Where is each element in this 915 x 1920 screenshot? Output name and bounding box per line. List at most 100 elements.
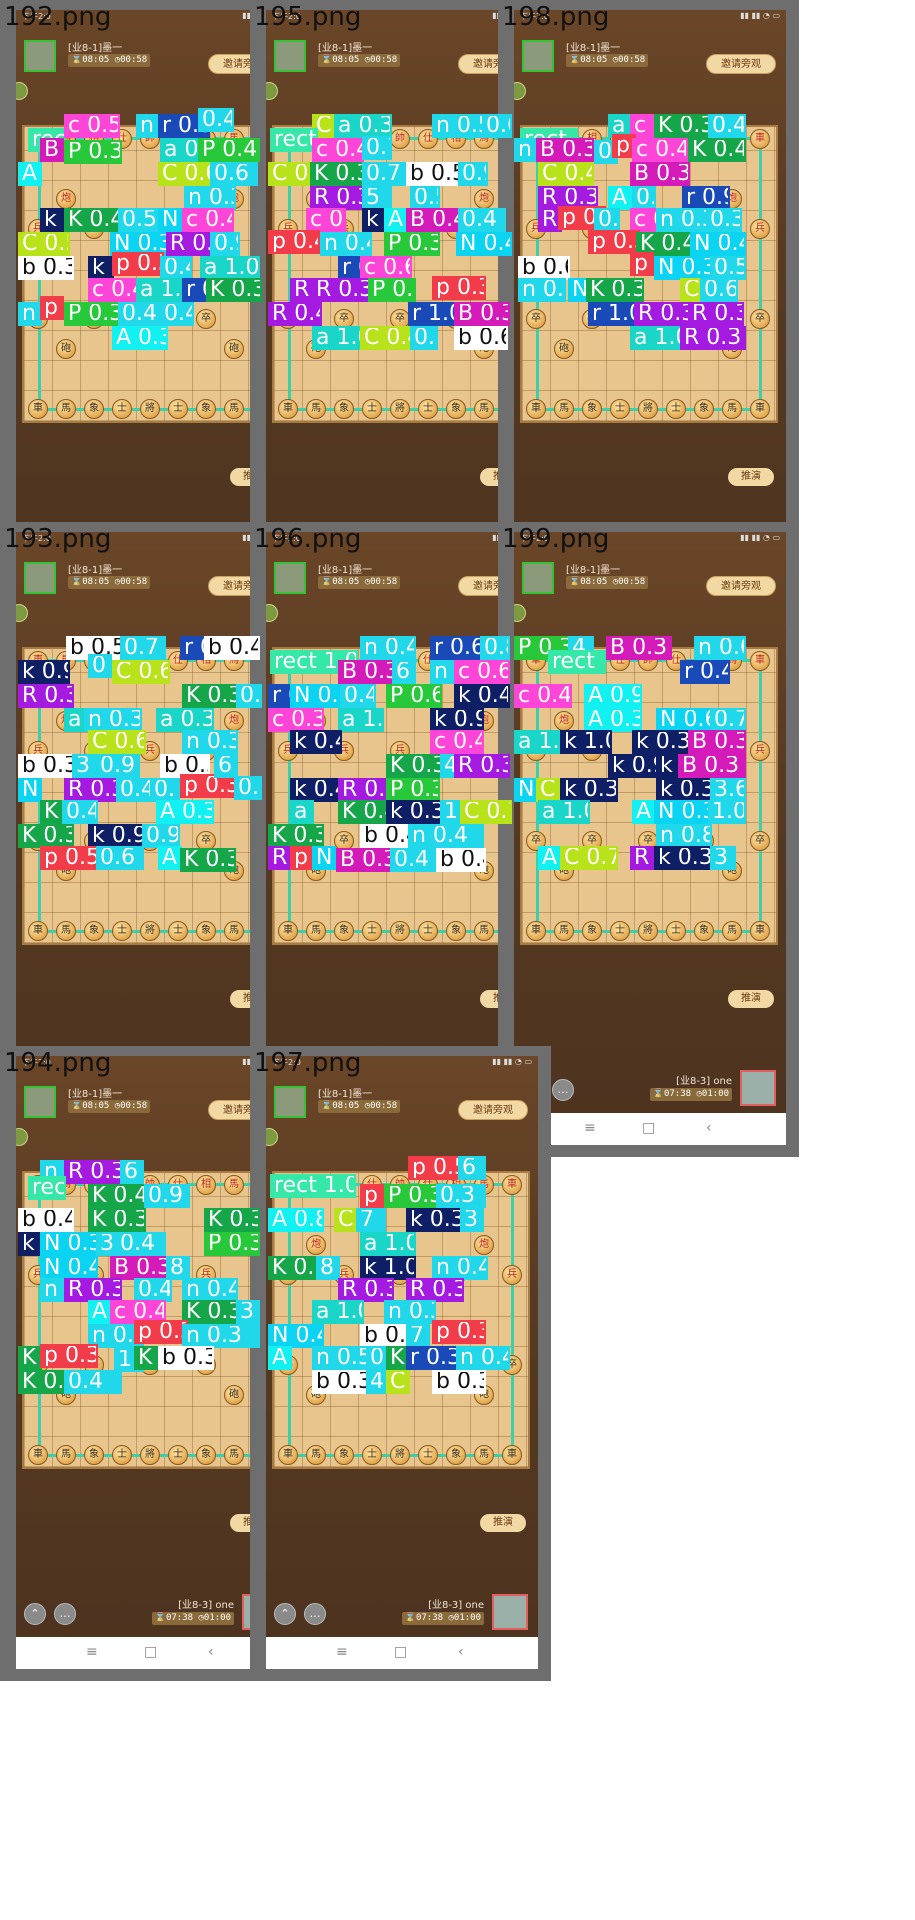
chess-piece[interactable]: 馬 xyxy=(722,399,742,419)
invite-spectate-button[interactable]: 邀请旁观 xyxy=(706,54,776,74)
side-badge-icon[interactable] xyxy=(514,604,526,622)
player-avatar[interactable] xyxy=(740,1070,776,1106)
chess-piece[interactable]: 象 xyxy=(196,921,216,941)
opponent-avatar[interactable] xyxy=(274,40,306,72)
chess-piece[interactable]: 象 xyxy=(694,399,714,419)
chess-piece[interactable]: 將 xyxy=(140,1445,160,1465)
chess-piece[interactable]: 象 xyxy=(446,1445,466,1465)
chess-piece[interactable]: 士 xyxy=(666,399,686,419)
chess-piece[interactable]: 馬 xyxy=(474,399,494,419)
chat-icon[interactable]: … xyxy=(304,1603,326,1625)
chess-piece[interactable]: 象 xyxy=(196,1445,216,1465)
opponent-avatar[interactable] xyxy=(274,562,306,594)
chess-piece[interactable]: 士 xyxy=(362,1445,382,1465)
chess-piece[interactable]: 象 xyxy=(582,399,602,419)
chess-piece[interactable]: 馬 xyxy=(554,921,574,941)
chess-piece[interactable]: 車 xyxy=(278,399,298,419)
chess-piece[interactable]: 車 xyxy=(750,921,770,941)
chess-piece[interactable]: 車 xyxy=(28,399,48,419)
chess-piece[interactable]: 兵 xyxy=(502,1265,522,1285)
chess-piece[interactable]: 士 xyxy=(112,399,132,419)
chess-piece[interactable]: 車 xyxy=(750,399,770,419)
side-badge-icon[interactable] xyxy=(266,82,278,100)
chess-piece[interactable]: 士 xyxy=(362,921,382,941)
chess-piece[interactable]: 車 xyxy=(526,399,546,419)
chess-piece[interactable]: 兵 xyxy=(750,741,770,761)
chess-piece[interactable]: 象 xyxy=(196,399,216,419)
chess-piece[interactable]: 將 xyxy=(390,1445,410,1465)
menu-icon[interactable]: ≡ xyxy=(584,1120,596,1136)
chess-piece[interactable]: 象 xyxy=(446,921,466,941)
opponent-avatar[interactable] xyxy=(274,1086,306,1118)
chess-piece[interactable]: 炮 xyxy=(224,711,244,731)
chess-piece[interactable]: 馬 xyxy=(56,399,76,419)
chess-piece[interactable]: 馬 xyxy=(722,921,742,941)
chess-piece[interactable]: 砲 xyxy=(554,339,574,359)
chess-piece[interactable]: 車 xyxy=(526,921,546,941)
chess-piece[interactable]: 帥 xyxy=(390,129,410,149)
chess-piece[interactable]: 車 xyxy=(750,129,770,149)
chess-piece[interactable]: 相 xyxy=(196,1175,216,1195)
chess-piece[interactable]: 砲 xyxy=(56,339,76,359)
analyze-button[interactable]: 推演 xyxy=(728,990,774,1008)
side-badge-icon[interactable] xyxy=(16,604,28,622)
chess-piece[interactable]: 車 xyxy=(278,1445,298,1465)
chess-piece[interactable]: 車 xyxy=(502,1175,522,1195)
chess-piece[interactable]: 卒 xyxy=(750,309,770,329)
chess-piece[interactable]: 象 xyxy=(334,921,354,941)
side-badge-icon[interactable] xyxy=(514,82,526,100)
opponent-avatar[interactable] xyxy=(522,40,554,72)
chess-piece[interactable]: 士 xyxy=(168,921,188,941)
chess-piece[interactable]: 馬 xyxy=(554,399,574,419)
chess-piece[interactable]: 車 xyxy=(28,1445,48,1465)
chess-piece[interactable]: 馬 xyxy=(474,1445,494,1465)
home-icon[interactable]: □ xyxy=(144,1644,157,1660)
menu-icon[interactable]: ≡ xyxy=(336,1644,348,1660)
chess-piece[interactable]: 炮 xyxy=(56,189,76,209)
opponent-avatar[interactable] xyxy=(24,1086,56,1118)
chess-piece[interactable]: 炮 xyxy=(474,1235,494,1255)
player-avatar[interactable] xyxy=(492,1594,528,1630)
chess-piece[interactable]: 馬 xyxy=(56,1445,76,1465)
menu-icon[interactable]: ≡ xyxy=(86,1644,98,1660)
chess-piece[interactable]: 士 xyxy=(418,399,438,419)
chess-piece[interactable]: 砲 xyxy=(224,1385,244,1405)
chess-piece[interactable]: 將 xyxy=(638,399,658,419)
chess-piece[interactable]: 馬 xyxy=(224,399,244,419)
chess-piece[interactable]: 馬 xyxy=(56,921,76,941)
chess-piece[interactable]: 卒 xyxy=(526,309,546,329)
chess-piece[interactable]: 士 xyxy=(666,921,686,941)
chess-piece[interactable]: 車 xyxy=(28,921,48,941)
chess-piece[interactable]: 士 xyxy=(112,921,132,941)
side-badge-icon[interactable] xyxy=(266,604,278,622)
chess-piece[interactable]: 馬 xyxy=(306,1445,326,1465)
chess-piece[interactable]: 象 xyxy=(84,1445,104,1465)
chess-piece[interactable]: 將 xyxy=(390,399,410,419)
home-icon[interactable]: □ xyxy=(642,1120,655,1136)
chess-piece[interactable]: 將 xyxy=(638,921,658,941)
chess-piece[interactable]: 車 xyxy=(502,1445,522,1465)
chess-piece[interactable]: 馬 xyxy=(306,921,326,941)
expand-up-icon[interactable]: ⌃ xyxy=(274,1603,296,1625)
chess-piece[interactable]: 車 xyxy=(278,921,298,941)
chess-piece[interactable]: 馬 xyxy=(306,399,326,419)
analyze-button[interactable]: 推演 xyxy=(480,1514,526,1532)
chess-piece[interactable]: 炮 xyxy=(554,711,574,731)
opponent-avatar[interactable] xyxy=(522,562,554,594)
chess-piece[interactable]: 士 xyxy=(610,399,630,419)
chess-piece[interactable]: 炮 xyxy=(306,1235,326,1255)
chess-piece[interactable]: 砲 xyxy=(224,339,244,359)
chess-piece[interactable]: 象 xyxy=(446,399,466,419)
chess-piece[interactable]: 炮 xyxy=(474,189,494,209)
chess-piece[interactable]: 兵 xyxy=(750,219,770,239)
chess-piece[interactable]: 象 xyxy=(84,399,104,419)
chat-icon[interactable]: … xyxy=(552,1079,574,1101)
chess-piece[interactable]: 象 xyxy=(84,921,104,941)
side-badge-icon[interactable] xyxy=(16,1128,28,1146)
chess-piece[interactable]: 象 xyxy=(582,921,602,941)
chess-piece[interactable]: 士 xyxy=(362,399,382,419)
chess-piece[interactable]: 卒 xyxy=(750,831,770,851)
chess-piece[interactable]: 馬 xyxy=(474,921,494,941)
chat-icon[interactable]: … xyxy=(54,1603,76,1625)
expand-up-icon[interactable]: ⌃ xyxy=(24,1603,46,1625)
